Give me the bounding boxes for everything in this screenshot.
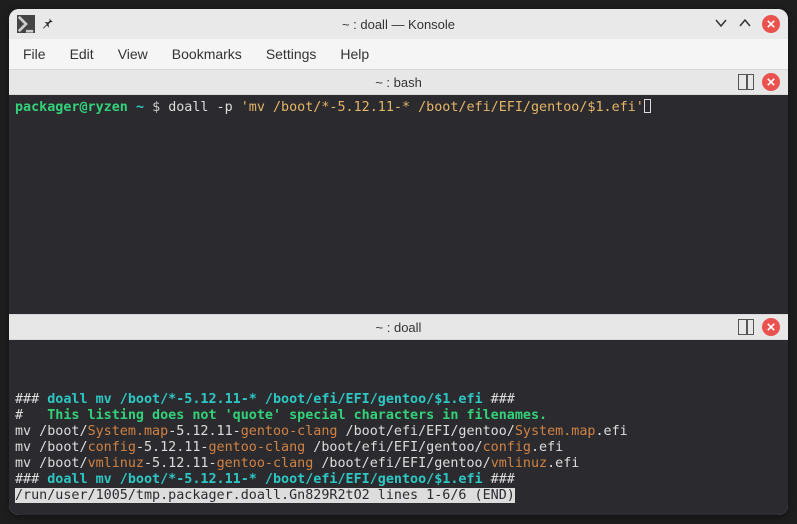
cmd-part1: doall -p [168, 100, 241, 115]
titlebar[interactable]: ~ : doall — Konsole [9, 9, 788, 39]
output-line: mv /boot/config-5.12.11-gentoo-clang /bo… [15, 440, 563, 455]
split-icon[interactable] [738, 319, 754, 335]
menu-file[interactable]: File [23, 46, 46, 62]
prompt-path: ~ [136, 100, 144, 115]
terminal-top[interactable]: packager@ryzen ~ $ doall -p 'mv /boot/*-… [9, 95, 788, 314]
menu-settings[interactable]: Settings [266, 46, 317, 62]
pane-close-button[interactable] [762, 318, 780, 336]
blank-line [15, 360, 23, 375]
menubar: File Edit View Bookmarks Settings Help [9, 39, 788, 69]
menu-bookmarks[interactable]: Bookmarks [172, 46, 242, 62]
menu-edit[interactable]: Edit [70, 46, 94, 62]
pane-title-bottom-label: ~ : doall [376, 320, 422, 335]
hint: # This listing does not 'quote' special … [15, 408, 547, 423]
menu-help[interactable]: Help [340, 46, 369, 62]
menu-view[interactable]: View [118, 46, 148, 62]
cmd-arg: 'mv /boot/*-5.12.11-* /boot/efi/EFI/gent… [241, 100, 644, 115]
pane-title-bottom: ~ : doall [9, 314, 788, 340]
prompt-sign: $ [152, 100, 160, 115]
prompt-user: packager@ryzen [15, 100, 128, 115]
pager-status: /run/user/1005/tmp.packager.doall.Gn829R… [15, 488, 515, 503]
pane-close-button[interactable] [762, 73, 780, 91]
ftr: ### doall mv /boot/*-5.12.11-* /boot/efi… [15, 472, 515, 487]
output-line: mv /boot/System.map-5.12.11-gentoo-clang… [15, 424, 628, 439]
window-title: ~ : doall — Konsole [9, 17, 788, 32]
konsole-window: ~ : doall — Konsole File Edit View Bookm… [9, 9, 788, 515]
pane-title-top-label: ~ : bash [375, 75, 422, 90]
hdr: ### doall mv /boot/*-5.12.11-* /boot/efi… [15, 392, 515, 407]
output-line: mv /boot/vmlinuz-5.12.11-gentoo-clang /b… [15, 456, 579, 471]
pane-title-top: ~ : bash [9, 69, 788, 95]
cursor-icon [644, 99, 651, 113]
terminal-bottom[interactable]: ### doall mv /boot/*-5.12.11-* /boot/efi… [9, 340, 788, 515]
blank-line [15, 376, 23, 391]
split-icon[interactable] [738, 74, 754, 90]
